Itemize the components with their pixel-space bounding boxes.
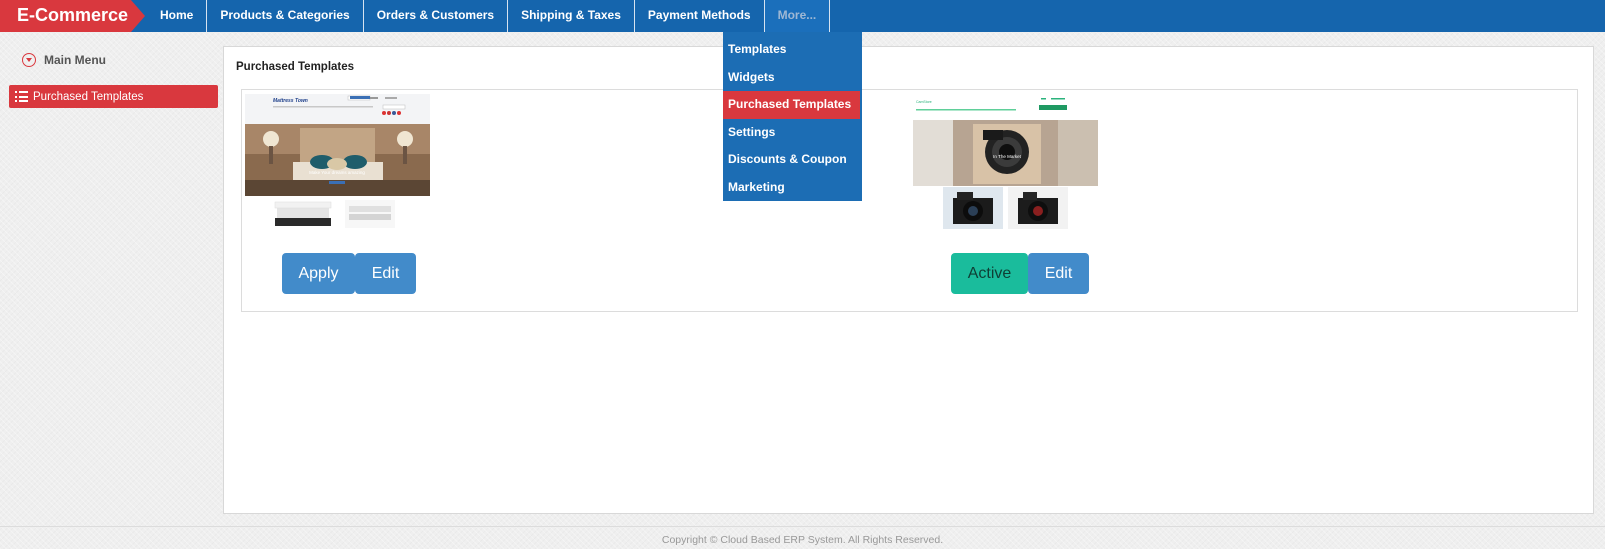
more-dropdown-menu: Templates Widgets Purchased Templates Se… (723, 32, 862, 201)
top-navbar: E-Commerce Home Products & Categories Or… (0, 0, 1605, 32)
dropdown-item-marketing[interactable]: Marketing (723, 174, 860, 202)
preview-logo-text: CamStore (916, 100, 932, 104)
apply-template-button[interactable]: Apply (282, 253, 355, 294)
footer-copyright: Copyright © Cloud Based ERP System. All … (661, 534, 944, 546)
sidebar-item-label: Purchased Templates (33, 90, 144, 103)
sidebar-item-purchased-templates[interactable]: Purchased Templates (9, 85, 218, 108)
sidebar-main-menu-toggle[interactable]: Main Menu (22, 51, 106, 69)
template-preview-image: CamStore In The Market (913, 94, 1098, 229)
dropdown-item-discounts-coupon[interactable]: Discounts & Coupon (723, 146, 860, 174)
nav-shipping-taxes[interactable]: Shipping & Taxes (508, 0, 635, 32)
nav-home[interactable]: Home (148, 0, 208, 32)
list-icon (15, 91, 28, 102)
preview-caption-text: Make Your dreams amazing (309, 170, 365, 175)
template-preview-mattress[interactable]: Mattress Town Make Your dreams amazing (245, 94, 430, 229)
footer-divider (0, 526, 1605, 527)
template-preview-camera[interactable]: CamStore In The Market (913, 94, 1098, 229)
dropdown-item-purchased-templates[interactable]: Purchased Templates (723, 91, 860, 119)
template-preview-image: Mattress Town Make Your dreams amazing (245, 94, 430, 228)
dropdown-item-templates[interactable]: Templates (723, 36, 860, 64)
nav-products-categories[interactable]: Products & Categories (207, 0, 364, 32)
dropdown-item-widgets[interactable]: Widgets (723, 64, 860, 92)
page-title: Purchased Templates (236, 61, 355, 73)
edit-template-button[interactable]: Edit (1028, 253, 1089, 294)
chevron-down-circle-icon (22, 53, 36, 67)
preview-logo-text: Mattress Town (273, 98, 308, 104)
preview-caption-text: In The Market (993, 154, 1021, 159)
dropdown-item-settings[interactable]: Settings (723, 119, 860, 147)
nav-more[interactable]: More... (764, 0, 831, 32)
nav-payment-methods[interactable]: Payment Methods (635, 0, 765, 32)
main-menu-label: Main Menu (44, 53, 106, 67)
edit-template-button[interactable]: Edit (355, 253, 416, 294)
content-panel: Purchased Templates Mattress Town Make Y… (223, 46, 1594, 514)
main-nav: Home Products & Categories Orders & Cust… (148, 0, 831, 32)
brand-logo[interactable]: E-Commerce (0, 0, 145, 32)
templates-list: Mattress Town Make Your dreams amazing C… (241, 89, 1578, 312)
active-template-button[interactable]: Active (951, 253, 1028, 294)
nav-orders-customers[interactable]: Orders & Customers (364, 0, 509, 32)
